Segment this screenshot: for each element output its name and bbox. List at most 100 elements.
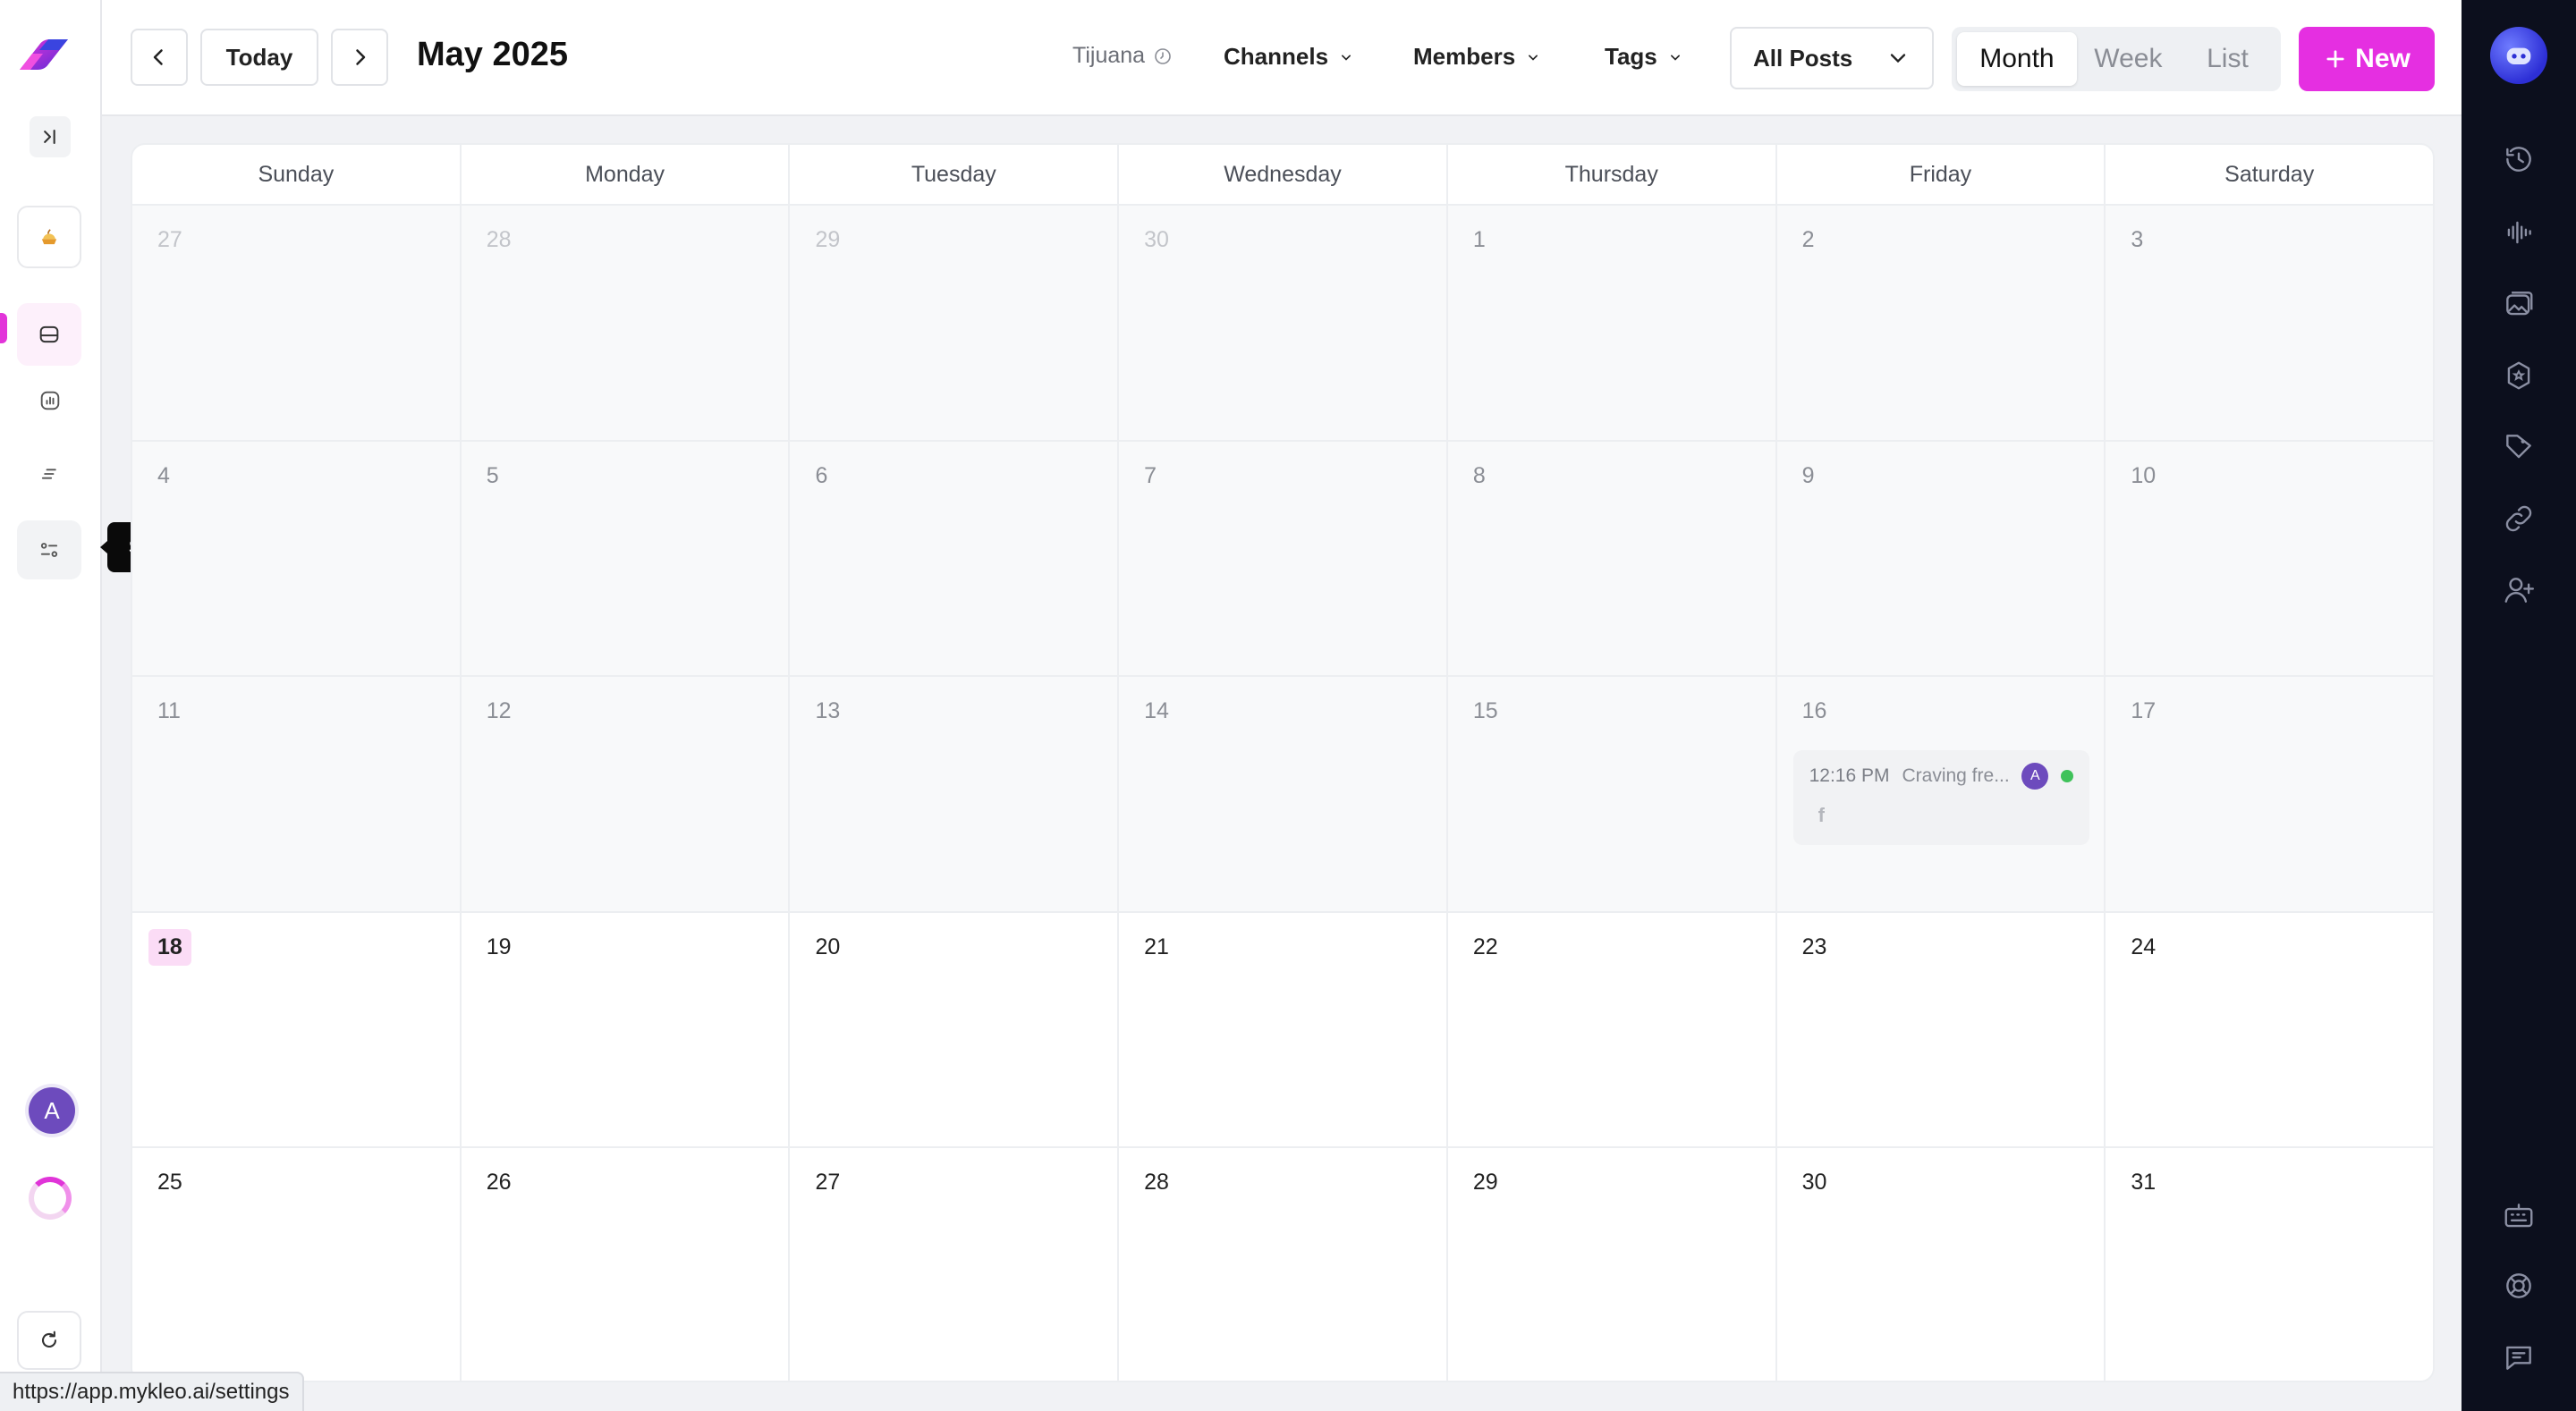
calendar-day[interactable]: 6	[790, 441, 1120, 676]
day-number: 28	[486, 227, 512, 252]
chevron-right-icon	[356, 49, 366, 65]
previous-month-button[interactable]	[131, 29, 188, 86]
weekday-label: Thursday	[1448, 145, 1777, 204]
day-number: 27	[815, 1170, 841, 1196]
timezone-selector[interactable]: Tijuana	[1072, 43, 1174, 69]
day-number: 10	[2131, 462, 2157, 488]
view-month-tab[interactable]: Month	[1957, 32, 2077, 86]
refresh-button[interactable]	[17, 1311, 81, 1370]
view-week-tab[interactable]: Week	[2080, 32, 2176, 86]
calendar-day[interactable]: 25	[132, 1148, 462, 1381]
day-number: 28	[1144, 1170, 1169, 1196]
chevron-down-icon	[1670, 55, 1680, 61]
calendar-day[interactable]: 31	[2106, 1148, 2433, 1381]
calendar-day[interactable]: 4	[132, 441, 462, 676]
calendar-day[interactable]: 5	[461, 441, 791, 676]
calendar-day[interactable]: 1	[1447, 206, 1777, 440]
calendar-day[interactable]: 27	[790, 1148, 1120, 1381]
calendar-day[interactable]: 30	[1776, 1148, 2106, 1381]
calendar-day[interactable]: 29	[790, 206, 1120, 440]
calendar-day[interactable]: 3	[2106, 206, 2433, 440]
day-number: 20	[815, 934, 841, 959]
calendar-day[interactable]: 22	[1447, 912, 1777, 1147]
weekday-label: Sunday	[132, 145, 462, 204]
calendar-day[interactable]: 13	[790, 677, 1120, 911]
day-number: 9	[1801, 462, 1815, 488]
month-title: May 2025	[417, 36, 569, 73]
brand-avatar-button[interactable]	[17, 206, 81, 268]
day-number: 15	[1472, 698, 1498, 724]
tags-filter[interactable]: Tags	[1605, 43, 1684, 71]
keyboard-icon[interactable]	[2501, 1198, 2537, 1234]
day-number: 5	[486, 462, 499, 488]
app-logo[interactable]	[16, 36, 72, 77]
day-number: 30	[1144, 227, 1169, 252]
day-number: 2	[1801, 227, 1815, 252]
right-toolbar	[2462, 0, 2576, 1411]
calendar-day[interactable]: 19	[461, 912, 791, 1147]
link-icon[interactable]	[2501, 501, 2537, 537]
scheduled-post-card[interactable]: 12:16 PM Craving fre... A f	[1792, 750, 2090, 846]
brand-kit-icon[interactable]	[2501, 358, 2537, 393]
members-filter[interactable]: Members	[1413, 43, 1542, 71]
tag-icon[interactable]	[2501, 429, 2537, 465]
calendar-day[interactable]: 20	[790, 912, 1120, 1147]
audio-wave-icon[interactable]	[2501, 215, 2537, 250]
chat-icon[interactable]	[2501, 1339, 2537, 1375]
calendar-day[interactable]: 29	[1447, 1148, 1777, 1381]
calendar-day-today[interactable]: 18	[132, 912, 462, 1147]
post-card-header: 12:16 PM Craving fre... A	[1809, 763, 2074, 790]
day-number: 11	[157, 698, 181, 724]
collapse-sidebar-button[interactable]	[30, 116, 71, 157]
calendar-day[interactable]: 27	[132, 206, 462, 440]
calendar-day[interactable]: 11	[132, 677, 462, 911]
usage-progress-ring	[29, 1177, 72, 1220]
calendar-day[interactable]: 10	[2106, 441, 2433, 676]
view-toggle: Month Week List	[1952, 27, 2281, 91]
calendar-day[interactable]: 17	[2106, 677, 2433, 911]
calendar-day[interactable]: 2	[1776, 206, 2106, 440]
view-list-tab[interactable]: List	[2180, 32, 2275, 86]
robot-icon	[2506, 47, 2531, 64]
calendar-toolbar: Today May 2025 Tijuana Channels Members …	[102, 0, 2462, 116]
day-number: 29	[815, 227, 841, 252]
calendar-day[interactable]: 30	[1119, 206, 1448, 440]
today-button[interactable]: Today	[200, 29, 318, 86]
sidebar-item-calendar[interactable]	[17, 303, 81, 366]
calendar-grid: 27 28 29 30 1 2 3 4 5 6 7 8 9 10 11 12 1…	[132, 206, 2433, 1381]
sidebar-item-analytics[interactable]	[30, 376, 71, 426]
user-avatar[interactable]: A	[29, 1087, 75, 1134]
history-icon[interactable]	[2501, 141, 2537, 177]
calendar-day[interactable]: 26	[461, 1148, 791, 1381]
ai-assistant-button[interactable]	[2490, 27, 2547, 84]
calendar-day[interactable]: 28	[461, 206, 791, 440]
day-number: 12	[486, 698, 512, 724]
sidebar-item-queue[interactable]	[30, 449, 71, 499]
new-post-button[interactable]: New	[2299, 27, 2435, 91]
calendar-day[interactable]: 9	[1776, 441, 2106, 676]
queue-list-icon	[41, 469, 56, 479]
images-icon[interactable]	[2501, 286, 2537, 322]
help-lifebuoy-icon[interactable]	[2501, 1268, 2537, 1304]
calendar-day[interactable]: 15	[1447, 677, 1777, 911]
calendar-day[interactable]: 14	[1119, 677, 1448, 911]
calendar-day[interactable]: 7	[1119, 441, 1448, 676]
calendar-day[interactable]: 28	[1119, 1148, 1448, 1381]
calendar-day[interactable]: 23	[1776, 912, 2106, 1147]
calendar-day[interactable]: 24	[2106, 912, 2433, 1147]
sidebar-item-settings[interactable]	[17, 520, 81, 579]
channels-filter[interactable]: Channels	[1224, 43, 1355, 71]
facebook-icon: f	[1818, 804, 1825, 827]
calendar-day[interactable]: 21	[1119, 912, 1448, 1147]
add-user-icon[interactable]	[2501, 572, 2537, 608]
day-number: 1	[1472, 227, 1486, 252]
calendar-day[interactable]: 16 12:16 PM Craving fre... A f	[1776, 677, 2106, 911]
posts-type-select[interactable]: All Posts	[1730, 27, 1934, 89]
weekday-header: Sunday Monday Tuesday Wednesday Thursday…	[132, 145, 2433, 206]
calendar-day[interactable]: 12	[461, 677, 791, 911]
status-bar-url: https://app.mykleo.ai/settings	[0, 1372, 304, 1411]
day-number: 29	[1472, 1170, 1498, 1196]
calendar-day[interactable]: 8	[1447, 441, 1777, 676]
day-number: 6	[815, 462, 828, 488]
next-month-button[interactable]	[331, 29, 388, 86]
